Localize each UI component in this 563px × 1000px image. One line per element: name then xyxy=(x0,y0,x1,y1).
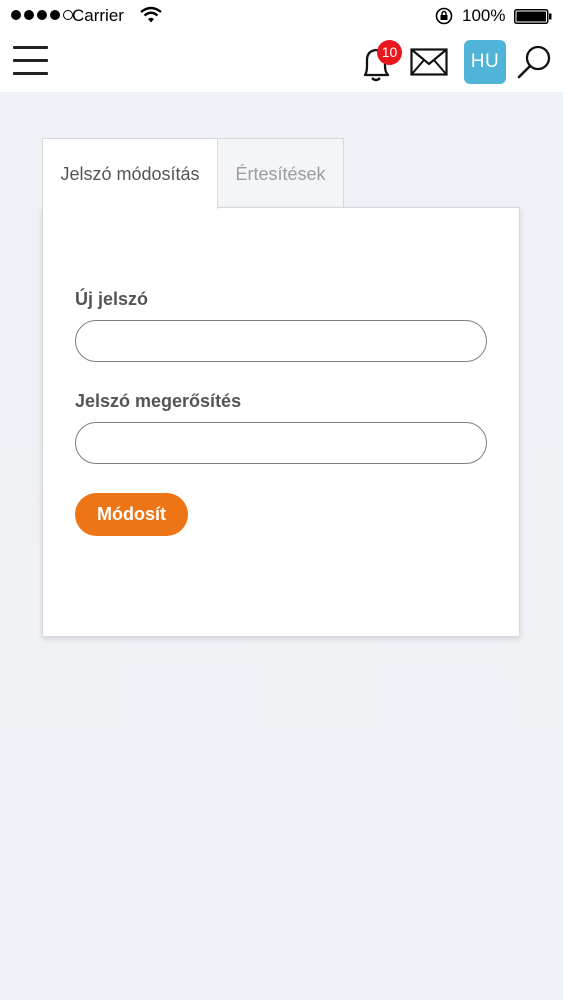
search-icon[interactable] xyxy=(516,44,554,80)
status-bar: Carrier 100% xyxy=(0,0,563,32)
battery-icon xyxy=(514,9,552,24)
password-change-card: Új jelszó Jelszó megerősítés Módosít xyxy=(42,207,520,637)
notification-count-badge: 10 xyxy=(377,40,402,65)
signal-strength-icon xyxy=(11,10,73,20)
app-header: 10 HU xyxy=(0,32,563,92)
hamburger-icon[interactable] xyxy=(13,46,48,75)
new-password-label: Új jelszó xyxy=(75,289,149,309)
confirm-password-input[interactable] xyxy=(75,422,487,464)
submit-button[interactable]: Módosít xyxy=(75,493,188,536)
carrier-name: Carrier xyxy=(72,6,124,25)
confirm-password-label: Jelszó megerősítés xyxy=(75,391,242,411)
new-password-input[interactable] xyxy=(75,320,487,362)
tab-notifications[interactable]: Értesítések xyxy=(218,138,344,208)
envelope-icon[interactable] xyxy=(410,48,448,76)
language-switch-button[interactable]: HU xyxy=(464,40,506,84)
wifi-icon xyxy=(140,6,162,23)
rotation-lock-icon xyxy=(435,7,453,25)
battery-percentage: 100% xyxy=(462,6,506,25)
tab-password-change[interactable]: Jelszó módosítás xyxy=(42,138,218,209)
